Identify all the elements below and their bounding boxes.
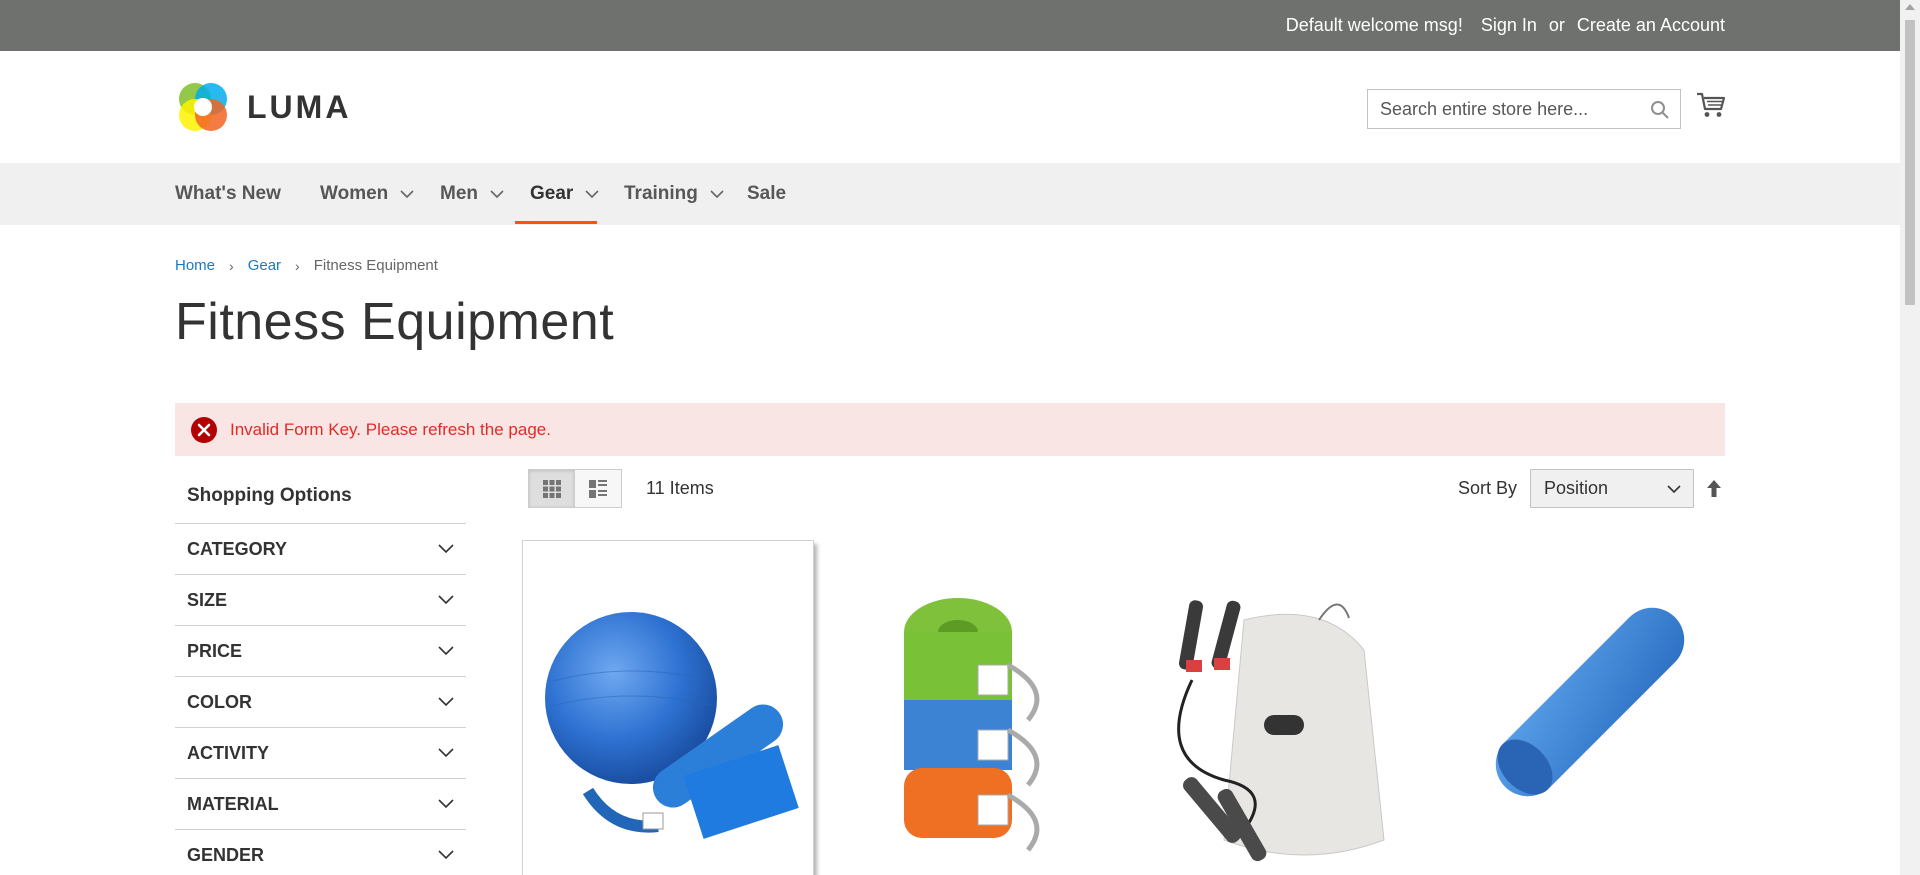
filter-label: CATEGORY [187,538,288,559]
chevron-down-icon [438,799,454,809]
filter-label: SIZE [187,589,228,610]
filter-label: MATERIAL [187,793,279,814]
product-image-fitness-ball-kit [545,612,799,839]
filter-label: ACTIVITY [187,742,270,763]
sign-in-link[interactable]: Sign In [1481,15,1537,36]
breadcrumb-home[interactable]: Home [175,257,215,274]
nav-label: Men [440,183,478,204]
chevron-down-icon [438,544,454,554]
welcome-message: Default welcome msg! [1285,15,1463,35]
nav-active-indicator [515,221,597,224]
chevron-down-icon [710,189,724,198]
breadcrumb-separator-icon: › [295,257,300,274]
breadcrumb-separator-icon: › [229,257,234,274]
top-panel: Default welcome msg! Sign In or Create a… [0,0,1900,51]
sort-by-label: Sort By [1458,478,1518,498]
chevron-down-icon [1667,485,1681,494]
nav-training[interactable]: Training [624,163,724,225]
nav-men[interactable]: Men [440,163,504,225]
chevron-down-icon [438,748,454,758]
sort-by-select[interactable]: Position [1530,469,1694,508]
filter-activity[interactable]: ACTIVITY [175,728,466,779]
chevron-down-icon [490,189,504,198]
search-input[interactable] [1368,90,1680,128]
product-item[interactable] [522,540,814,875]
chevron-down-icon [400,189,414,198]
product-image-yoga-straps [904,598,1040,852]
nav-women[interactable]: Women [320,163,414,225]
shopping-options-title: Shopping Options [175,468,466,524]
product-image-foam-roller [1495,607,1685,797]
scrollbar-thumb[interactable] [1905,20,1915,305]
header-links: Default welcome msg! Sign In or Create a… [1286,0,1725,51]
luma-logo-icon [179,83,227,131]
page-title: Fitness Equipment [175,293,615,351]
filter-color[interactable]: COLOR [175,677,466,728]
nav-label: Training [624,183,698,204]
nav-gear[interactable]: Gear [530,163,599,225]
grid-view-button[interactable] [528,469,575,508]
nav-whats-new[interactable]: What's New [175,163,281,225]
search-box [1367,89,1681,129]
page-scrollbar[interactable] [1900,0,1920,875]
filter-category[interactable]: CATEGORY [175,524,466,575]
list-view-button[interactable] [575,469,622,508]
filter-label: PRICE [187,640,243,661]
breadcrumb-current: Fitness Equipment [313,257,438,274]
nav-label: Women [320,183,389,204]
breadcrumb: Home › Gear › Fitness Equipment [175,257,438,274]
filter-size[interactable]: SIZE [175,575,466,626]
logo-text: LUMA [247,88,352,125]
sort-by-value: Position [1544,478,1609,498]
nav-label: Gear [530,183,574,204]
create-account-link[interactable]: Create an Account [1577,15,1725,36]
nav-label: What's New [175,183,281,204]
chevron-down-icon [438,697,454,707]
filter-gender[interactable]: GENDER [175,830,466,875]
chevron-down-icon [438,595,454,605]
breadcrumb-gear[interactable]: Gear [248,257,281,274]
filter-label: COLOR [187,691,252,712]
nav-label: Sale [747,183,787,204]
error-icon [191,416,217,443]
main-nav: What's New Women Men Gear Training Sale [0,163,1900,225]
product-item[interactable] [828,540,1120,875]
filter-price[interactable]: PRICE [175,626,466,677]
nav-sale[interactable]: Sale [747,163,786,225]
search-icon[interactable] [1650,100,1670,120]
grid-icon [542,479,561,498]
chevron-down-icon [438,850,454,860]
product-item[interactable] [1440,540,1732,875]
chevron-down-icon [585,189,599,198]
filter-material[interactable]: MATERIAL [175,779,466,830]
or-separator: or [1548,15,1565,35]
sort-direction-arrow-icon[interactable] [1706,479,1722,498]
error-message-text: Invalid Form Key. Please refresh the pag… [230,419,551,439]
list-icon [589,479,607,498]
product-item[interactable] [1134,540,1426,875]
view-mode-switcher [528,469,622,508]
logo[interactable]: LUMA [175,78,357,136]
product-image-jump-rope-bag [1177,600,1385,862]
chevron-down-icon [438,646,454,656]
shopping-options: Shopping Options CATEGORY SIZE PRICE COL… [175,468,466,875]
error-message: Invalid Form Key. Please refresh the pag… [175,403,1725,456]
toolbar-amount: 11 Items [646,478,714,498]
cart-icon[interactable] [1696,91,1726,119]
filter-label: GENDER [187,844,265,865]
scroll-up-icon[interactable] [1905,4,1915,10]
